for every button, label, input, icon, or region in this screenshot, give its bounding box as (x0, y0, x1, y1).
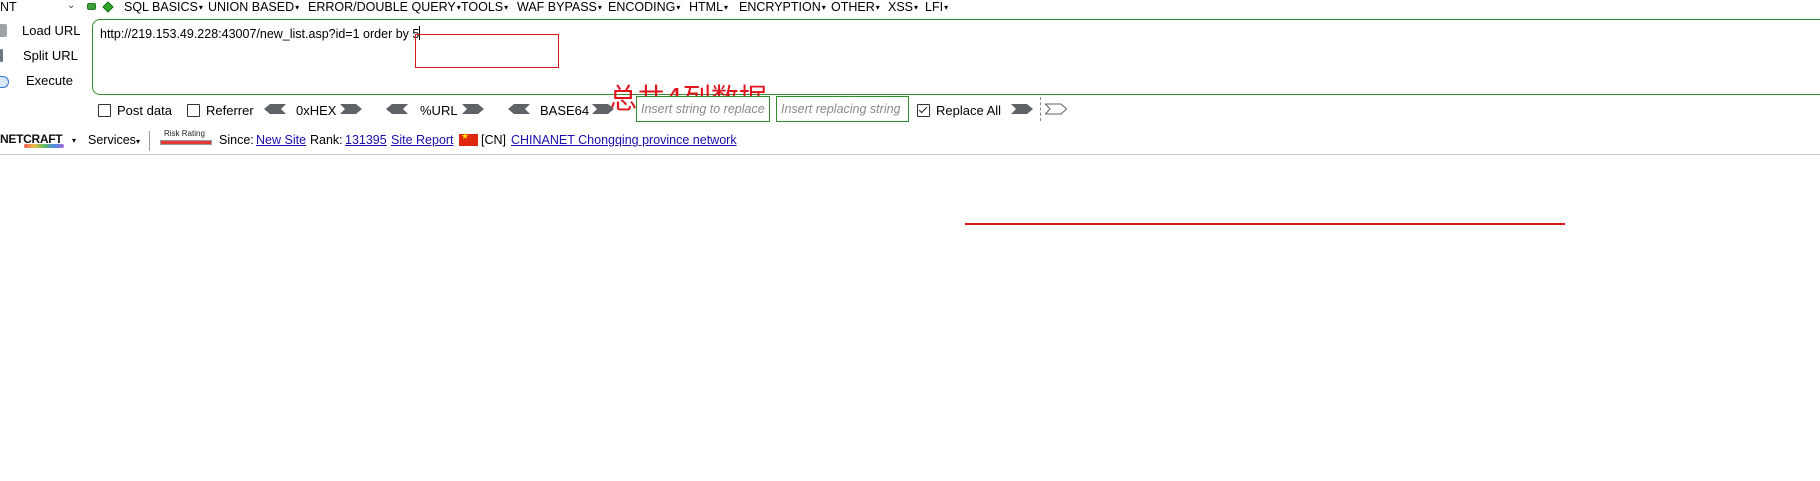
insert-string-to-replace-field[interactable] (636, 96, 770, 122)
services-arrow-icon: ▾ (135, 137, 140, 146)
plus-icon[interactable] (102, 1, 114, 13)
base64-encode-arrow-icon[interactable] (592, 102, 614, 116)
chevron-down-icon: ⌄ (67, 0, 76, 11)
menu-arrow-icon: ▾ (944, 3, 949, 12)
post-data-checkbox[interactable] (98, 104, 111, 117)
menu-arrow-icon: ▾ (295, 3, 300, 12)
netcraft-swoosh-icon (24, 144, 64, 148)
menu-label: ENCRYPTION (739, 0, 821, 14)
load-url-icon (0, 24, 7, 37)
hex-decode-arrow-icon[interactable] (264, 102, 286, 116)
menu-union-based[interactable]: UNION BASED▾ (208, 0, 299, 15)
menu-label: HTML (689, 0, 724, 14)
menu-sql-basics[interactable]: SQL BASICS▾ (124, 0, 203, 15)
menu-label: SQL BASICS (124, 0, 198, 14)
risk-rating-label: Risk Rating (164, 129, 205, 138)
since-label: Since: (219, 133, 254, 147)
referrer-label: Referrer (206, 103, 254, 118)
china-flag-icon (459, 131, 478, 146)
menu-encoding[interactable]: ENCODING▾ (608, 0, 680, 15)
netcraft-separator (149, 131, 150, 151)
url-value: http://219.153.49.228:43007/new_list.asp… (100, 27, 420, 41)
url-text: http://219.153.49.228:43007/new_list.asp… (100, 26, 421, 41)
hex-label: 0xHEX (296, 103, 337, 118)
menu-label: ENCODING (608, 0, 676, 14)
menu-label: LFI (925, 0, 944, 14)
split-url-icon (0, 49, 3, 62)
split-url-button[interactable]: Split URL (0, 47, 90, 65)
base64-decode-arrow-icon[interactable] (508, 102, 530, 116)
menu-html[interactable]: HTML▾ (689, 0, 728, 15)
menu-label: OTHER (831, 0, 875, 14)
services-menu[interactable]: Services▾ (88, 133, 140, 147)
menu-bar: NT ⌄ SQL BASICS▾ UNION BASED▾ ERROR/DOUB… (0, 0, 1820, 15)
netcraft-toolbar: NETCRAFT ▾ Services▾ Risk Rating Since: … (0, 129, 1820, 153)
services-label: Services (88, 133, 136, 147)
risk-rating-bar[interactable] (160, 140, 212, 145)
insert-replacing-string-input[interactable] (777, 97, 908, 121)
menu-arrow-icon: ▾ (724, 3, 729, 12)
url-encode-label: %URL (420, 103, 458, 118)
load-url-label: Load URL (22, 23, 81, 38)
menu-lfi[interactable]: LFI▾ (925, 0, 948, 15)
network-link[interactable]: CHINANET Chongqing province network (511, 133, 737, 147)
insert-replacing-string-field[interactable] (776, 96, 909, 122)
menu-arrow-icon: ▾ (875, 3, 880, 12)
execute-button[interactable]: Execute (0, 72, 90, 90)
split-url-label: Split URL (23, 48, 78, 63)
country-code: [CN] (481, 133, 506, 147)
menu-other[interactable]: OTHER▾ (831, 0, 880, 15)
menu-label: ERROR/DOUBLE QUERY (308, 0, 456, 14)
menu-label: UNION BASED (208, 0, 295, 14)
post-data-label: Post data (117, 103, 172, 118)
url-decode-arrow-icon[interactable] (386, 102, 408, 116)
mode-combobox-value: NT (0, 0, 17, 14)
hex-encode-arrow-icon[interactable] (340, 102, 362, 116)
execute-label: Execute (26, 73, 73, 88)
menu-arrow-icon: ▾ (914, 3, 919, 12)
menu-arrow-icon: ▾ (504, 3, 509, 12)
url-textarea[interactable]: http://219.153.49.228:43007/new_list.asp… (92, 19, 1820, 115)
menu-label: WAF BYPASS (517, 0, 597, 14)
annotation-underline (965, 223, 1565, 225)
menu-waf-bypass[interactable]: WAF BYPASS▾ (517, 0, 602, 15)
replace-all-label: Replace All (936, 103, 1002, 118)
rank-label: Rank: (310, 133, 343, 147)
load-url-button[interactable]: Load URL (0, 22, 90, 40)
netcraft-dropdown-arrow-icon[interactable]: ▾ (72, 136, 76, 145)
menu-label: TOOLS (461, 0, 504, 14)
toolbar-bottom-border (0, 154, 1820, 155)
menu-tools[interactable]: TOOLS▾ (461, 0, 508, 15)
base64-label: BASE64 (540, 103, 590, 118)
menu-arrow-icon: ▾ (821, 3, 826, 12)
menu-encryption[interactable]: ENCRYPTION▾ (739, 0, 826, 15)
since-link[interactable]: New Site (256, 133, 306, 147)
minus-icon[interactable] (87, 3, 96, 10)
replace-outline-arrow-icon[interactable] (1045, 102, 1067, 116)
menu-arrow-icon: ▾ (597, 3, 602, 12)
rank-link[interactable]: 131395 (345, 133, 387, 147)
url-encode-arrow-icon[interactable] (462, 102, 484, 116)
menu-label: XSS (888, 0, 914, 14)
insert-string-to-replace-input[interactable] (637, 97, 769, 121)
menu-arrow-icon: ▾ (676, 3, 681, 12)
menu-arrow-icon: ▾ (198, 3, 203, 12)
menu-error-double-query[interactable]: ERROR/DOUBLE QUERY▾ (308, 0, 461, 15)
execute-icon (0, 76, 9, 88)
replace-all-checkbox[interactable] (917, 104, 930, 117)
menu-xss[interactable]: XSS▾ (888, 0, 918, 15)
referrer-checkbox[interactable] (187, 104, 200, 117)
highlight-box (415, 34, 559, 68)
site-report-link[interactable]: Site Report (391, 133, 454, 147)
replace-forward-arrow-icon[interactable] (1011, 102, 1033, 116)
toolbar-separator (1040, 97, 1041, 121)
mode-combobox[interactable]: NT ⌄ (0, 0, 76, 14)
